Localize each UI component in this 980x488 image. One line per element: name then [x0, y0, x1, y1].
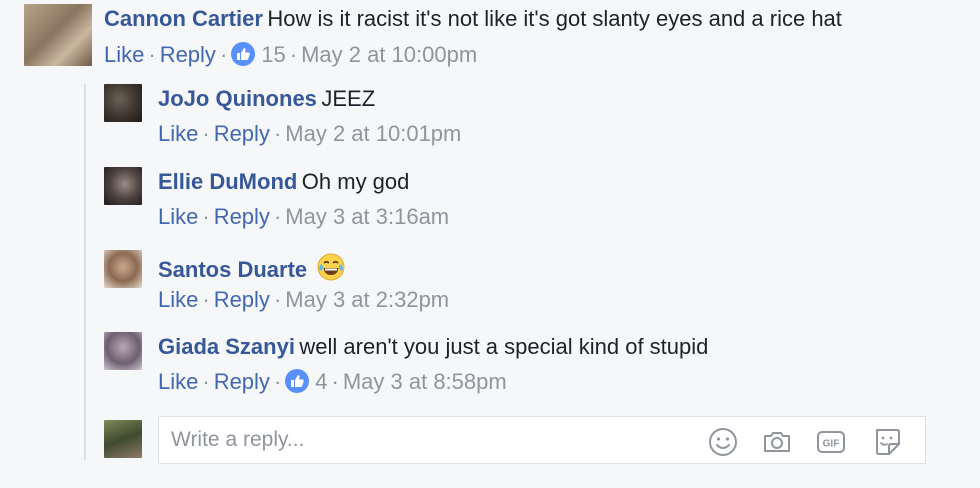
comment-timestamp[interactable]: May 2 at 10:01pm	[285, 121, 461, 146]
tears-of-joy-emoji-icon	[316, 252, 346, 282]
avatar[interactable]	[104, 84, 142, 122]
reply-link[interactable]: Reply	[214, 369, 270, 394]
avatar[interactable]	[104, 167, 142, 205]
comment-timestamp[interactable]: May 3 at 3:16am	[285, 204, 449, 229]
like-count[interactable]: 4	[315, 369, 327, 394]
like-link[interactable]: Like	[158, 369, 198, 394]
separator: ·	[331, 369, 339, 394]
avatar[interactable]	[24, 4, 92, 66]
avatar[interactable]	[104, 250, 142, 288]
like-link[interactable]: Like	[158, 287, 198, 312]
like-link[interactable]: Like	[158, 204, 198, 229]
separator: ·	[148, 42, 156, 67]
comment-author[interactable]: Cannon Cartier	[104, 6, 263, 31]
comment-text: JEEZ	[321, 86, 376, 111]
current-user-avatar[interactable]	[104, 420, 142, 458]
reply-link[interactable]: Reply	[214, 121, 270, 146]
reply-link[interactable]: Reply	[214, 287, 270, 312]
reply-thread-line	[84, 84, 86, 460]
separator: ·	[202, 121, 210, 146]
separator: ·	[219, 42, 228, 67]
separator: ·	[273, 369, 282, 394]
gif-icon[interactable]: GIF	[815, 426, 847, 458]
camera-icon[interactable]	[761, 426, 793, 458]
comment-text: How is it racist it's not like it's got …	[267, 6, 842, 31]
comment-author[interactable]: Santos Duarte	[158, 257, 307, 282]
separator: ·	[202, 287, 210, 312]
sticker-icon[interactable]	[871, 426, 903, 458]
separator: ·	[273, 121, 282, 146]
comment-text: Oh my god	[301, 169, 410, 194]
separator: ·	[289, 42, 298, 67]
comment-author[interactable]: JoJo Quinones	[158, 86, 317, 111]
comment-author[interactable]: Ellie DuMond	[158, 169, 297, 194]
comment-timestamp[interactable]: May 3 at 2:32pm	[285, 287, 449, 312]
comment-text: well aren't you just a special kind of s…	[299, 334, 709, 359]
separator: ·	[202, 369, 210, 394]
separator: ·	[273, 204, 282, 229]
separator: ·	[202, 204, 210, 229]
reply-input[interactable]: Write a reply... GIF	[158, 416, 926, 464]
svg-text:GIF: GIF	[823, 439, 840, 450]
reply-placeholder: Write a reply...	[171, 428, 305, 451]
separator: ·	[273, 287, 282, 312]
like-count-icon	[231, 42, 256, 66]
like-count-icon	[285, 369, 310, 393]
comment-timestamp[interactable]: May 2 at 10:00pm	[301, 42, 477, 67]
emoji-icon[interactable]	[707, 426, 739, 458]
reply-link[interactable]: Reply	[160, 42, 216, 67]
like-link[interactable]: Like	[158, 121, 198, 146]
like-link[interactable]: Like	[104, 42, 144, 67]
reply-link[interactable]: Reply	[214, 204, 270, 229]
comment-timestamp[interactable]: May 3 at 8:58pm	[343, 369, 507, 394]
comment-author[interactable]: Giada Szanyi	[158, 334, 295, 359]
avatar[interactable]	[104, 332, 142, 370]
like-count[interactable]: 15	[261, 42, 285, 67]
